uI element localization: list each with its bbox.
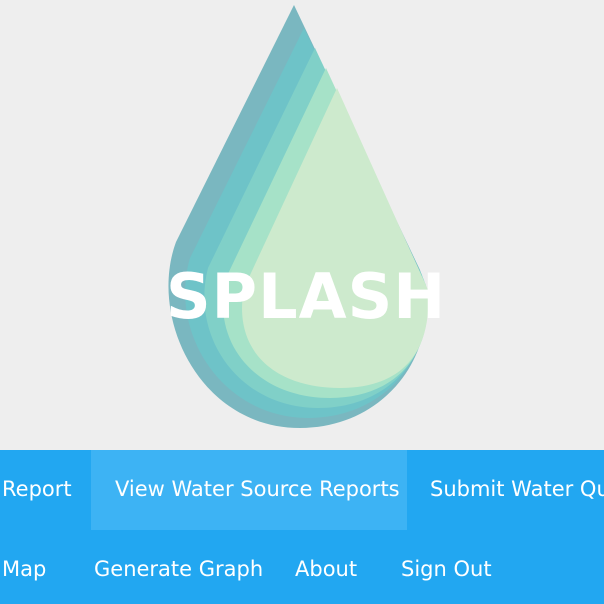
brand-wordmark: SPLASH [166,260,447,333]
page: SPLASH Report View Water Source Reports … [0,0,604,604]
nav-item-generate-graph[interactable]: Generate Graph [94,530,263,604]
logo-area: SPLASH [0,0,604,450]
nav-item-map[interactable]: Map [2,530,46,604]
nav-item-report[interactable]: Report [2,450,72,530]
nav-item-view-water-source-reports[interactable]: View Water Source Reports [91,450,407,530]
water-drop-logo [168,5,429,428]
nav-row-2: Map Generate Graph About Sign Out [0,530,604,604]
nav-row-1: Report View Water Source Reports Submit … [0,450,604,530]
nav-item-sign-out[interactable]: Sign Out [401,530,492,604]
main-nav: Report View Water Source Reports Submit … [0,450,604,604]
nav-item-submit-water-quality[interactable]: Submit Water Qua [430,450,604,530]
nav-item-about[interactable]: About [295,530,357,604]
